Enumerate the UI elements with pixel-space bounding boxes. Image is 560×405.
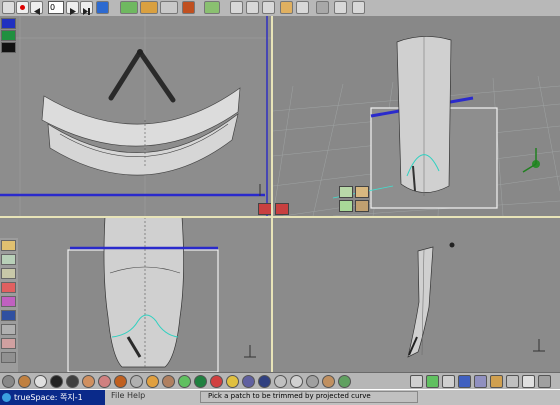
library-icon[interactable] [426, 375, 439, 388]
app-title-text: trueSpace: 쪽지-1 [14, 393, 83, 402]
group-icon[interactable] [258, 375, 271, 388]
left-color-tools [0, 16, 18, 56]
status-message: Pick a patch to be trimmed by projected … [208, 392, 371, 400]
vertical-splitter[interactable] [271, 16, 273, 372]
scale-icon[interactable] [160, 1, 178, 14]
point-edit-icon[interactable] [296, 1, 309, 14]
undo-icon[interactable] [316, 1, 329, 14]
figure-icon[interactable] [306, 375, 319, 388]
axes-icon[interactable] [506, 375, 519, 388]
camera-icon[interactable] [50, 375, 63, 388]
light-tool-icon[interactable] [66, 375, 79, 388]
sphere-icon[interactable] [18, 375, 31, 388]
cylinder-icon[interactable] [34, 375, 47, 388]
nurbs-icon[interactable] [146, 375, 159, 388]
app-icon [2, 393, 11, 402]
horizontal-splitter[interactable] [0, 216, 560, 218]
material-library-icon[interactable] [1, 240, 16, 251]
cube-icon[interactable] [274, 375, 287, 388]
right-view[interactable] [273, 217, 560, 372]
rotate-icon[interactable] [140, 1, 158, 14]
viewport-camera-icon[interactable] [275, 203, 289, 215]
light-icon[interactable] [1, 338, 16, 349]
paint-icon[interactable] [1, 254, 16, 265]
left-tool-palette [0, 238, 18, 372]
tools-icon[interactable] [204, 1, 220, 14]
record-icon[interactable] [16, 1, 29, 14]
deform-tool-icon[interactable] [130, 375, 143, 388]
render-icon[interactable] [280, 1, 293, 14]
project-curve-icon[interactable] [339, 200, 353, 212]
sweep-icon[interactable] [82, 375, 95, 388]
taskbar-title[interactable]: trueSpace: 쪽지-1 [0, 390, 105, 405]
perspective-view[interactable] [273, 16, 560, 216]
boolean-icon[interactable] [114, 375, 127, 388]
patch-icon[interactable] [162, 375, 175, 388]
navigation-icon[interactable] [230, 1, 243, 14]
primitive-icon[interactable] [2, 375, 15, 388]
align-icon[interactable] [474, 375, 487, 388]
main-toolbar: 0 [0, 0, 560, 17]
face-icon[interactable] [322, 375, 335, 388]
grid-snap-icon[interactable] [458, 375, 471, 388]
trim-tool-icon[interactable] [355, 186, 369, 198]
wireframe-color-icon[interactable] [1, 30, 16, 41]
texture-icon[interactable] [1, 268, 16, 279]
lathe-icon[interactable] [98, 375, 111, 388]
particle-icon[interactable] [210, 375, 223, 388]
status-bar: trueSpace: 쪽지-1 File Help Pick a patch t… [0, 389, 560, 405]
fog-icon[interactable] [1, 324, 16, 335]
glue-icon[interactable] [442, 375, 455, 388]
grid-icon[interactable] [242, 375, 255, 388]
help-icon[interactable] [538, 375, 551, 388]
bottom-toolbar [0, 372, 560, 390]
spline-icon[interactable] [194, 375, 207, 388]
inspect-icon[interactable] [522, 375, 535, 388]
background-icon[interactable] [1, 310, 16, 321]
mirror-icon[interactable] [490, 375, 503, 388]
rewind-icon[interactable] [30, 1, 43, 15]
deform-icon[interactable] [182, 1, 195, 14]
file-icon[interactable] [2, 1, 15, 14]
object-tool-icon[interactable] [96, 1, 109, 14]
eye-rotate-icon[interactable] [262, 1, 275, 14]
move-icon[interactable] [120, 1, 138, 14]
untrim-icon[interactable] [355, 200, 369, 212]
menu-file[interactable]: File [111, 391, 124, 400]
shader-icon[interactable] [1, 296, 16, 307]
front-view[interactable] [0, 217, 272, 372]
menu-help[interactable]: Help [127, 391, 145, 400]
curve-icon[interactable] [178, 375, 191, 388]
scene-icon[interactable] [410, 375, 423, 388]
frame-number-input[interactable]: 0 [48, 1, 64, 14]
material-color-icon[interactable] [1, 18, 16, 29]
color-picker-icon[interactable] [1, 282, 16, 293]
modifier-icon[interactable] [290, 375, 303, 388]
text-icon[interactable] [226, 375, 239, 388]
settings-icon[interactable] [1, 352, 16, 363]
patch-tool-icon[interactable] [339, 186, 353, 198]
redo-icon[interactable] [334, 1, 347, 14]
plugin-icon[interactable] [338, 375, 351, 388]
delete-icon[interactable] [352, 1, 365, 14]
top-view[interactable] [0, 16, 272, 216]
eye-move-icon[interactable] [246, 1, 259, 14]
play-icon[interactable] [66, 1, 79, 15]
viewport-layout-icon[interactable] [258, 203, 272, 215]
background-color-icon[interactable] [1, 42, 16, 53]
end-icon[interactable] [80, 1, 93, 15]
